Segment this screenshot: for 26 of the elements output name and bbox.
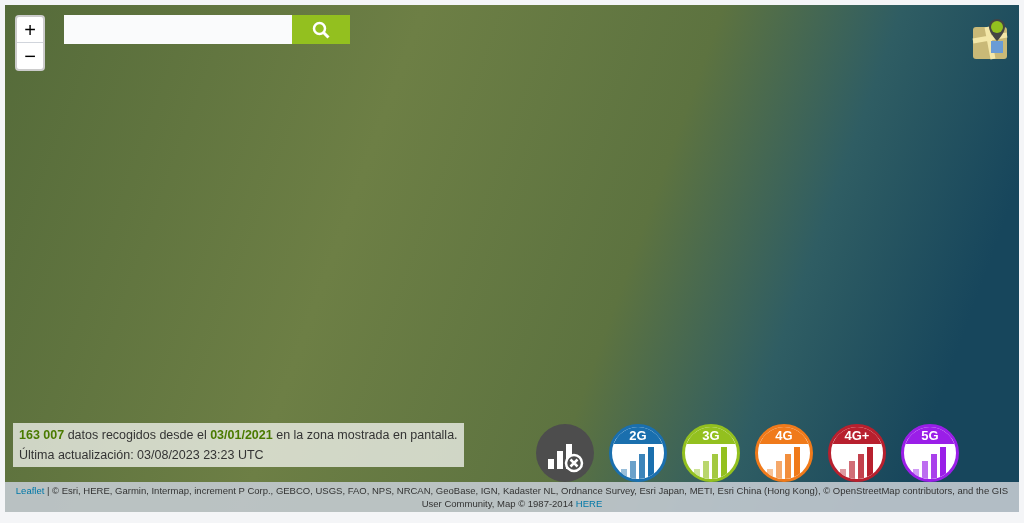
data-summary-text: 163 007 datos recogidos desde el 03/01/2021 en la zona mostrada en pantalla. <box>19 427 458 444</box>
network-filter-button[interactable]: 2G <box>609 424 667 482</box>
zoom-out-button[interactable]: − <box>17 43 43 69</box>
network-label: 2G <box>612 427 664 444</box>
signal-bars-icon <box>840 447 874 479</box>
signal-bars-icon <box>694 447 728 479</box>
attribution-text: Leaflet | © Esri, HERE, Garmin, Intermap, increment P Corp., GEBCO, USGS, FAO, NPS, NRCAN, GeoBase, IGN, Kadaster NL, Ordnance Survey, Esri Japan, METI, Esri China (Hong Kong), © OpenStreetMap contributors, and the GIS User Community, Map © 1987-2014 HERE <box>14 484 1010 510</box>
network-label: 5G <box>904 427 956 444</box>
leaflet-link[interactable]: Leaflet <box>15 485 45 496</box>
zoom-in-button[interactable]: + <box>17 17 43 43</box>
network-label: 4G <box>758 427 810 444</box>
search-icon <box>312 20 330 39</box>
close-icon <box>564 453 584 473</box>
network-filter-button[interactable]: 5G <box>901 424 959 482</box>
signal-bars-icon <box>621 447 655 479</box>
network-filter-button[interactable]: 4G <box>755 424 813 482</box>
last-update-text: Última actualización: 03/08/2023 23:23 UTC <box>19 446 265 464</box>
satellite-map[interactable] <box>5 5 1019 512</box>
signal-bars-icon <box>913 447 947 479</box>
signal-bars-icon <box>767 447 801 479</box>
network-label: 3G <box>685 427 737 444</box>
network-filter-button[interactable]: 4G+ <box>828 424 886 482</box>
here-link[interactable]: HERE <box>575 498 603 509</box>
search-field[interactable] <box>64 15 292 44</box>
map-layers-icon[interactable] <box>971 17 1009 61</box>
network-label: 4G+ <box>831 427 883 444</box>
